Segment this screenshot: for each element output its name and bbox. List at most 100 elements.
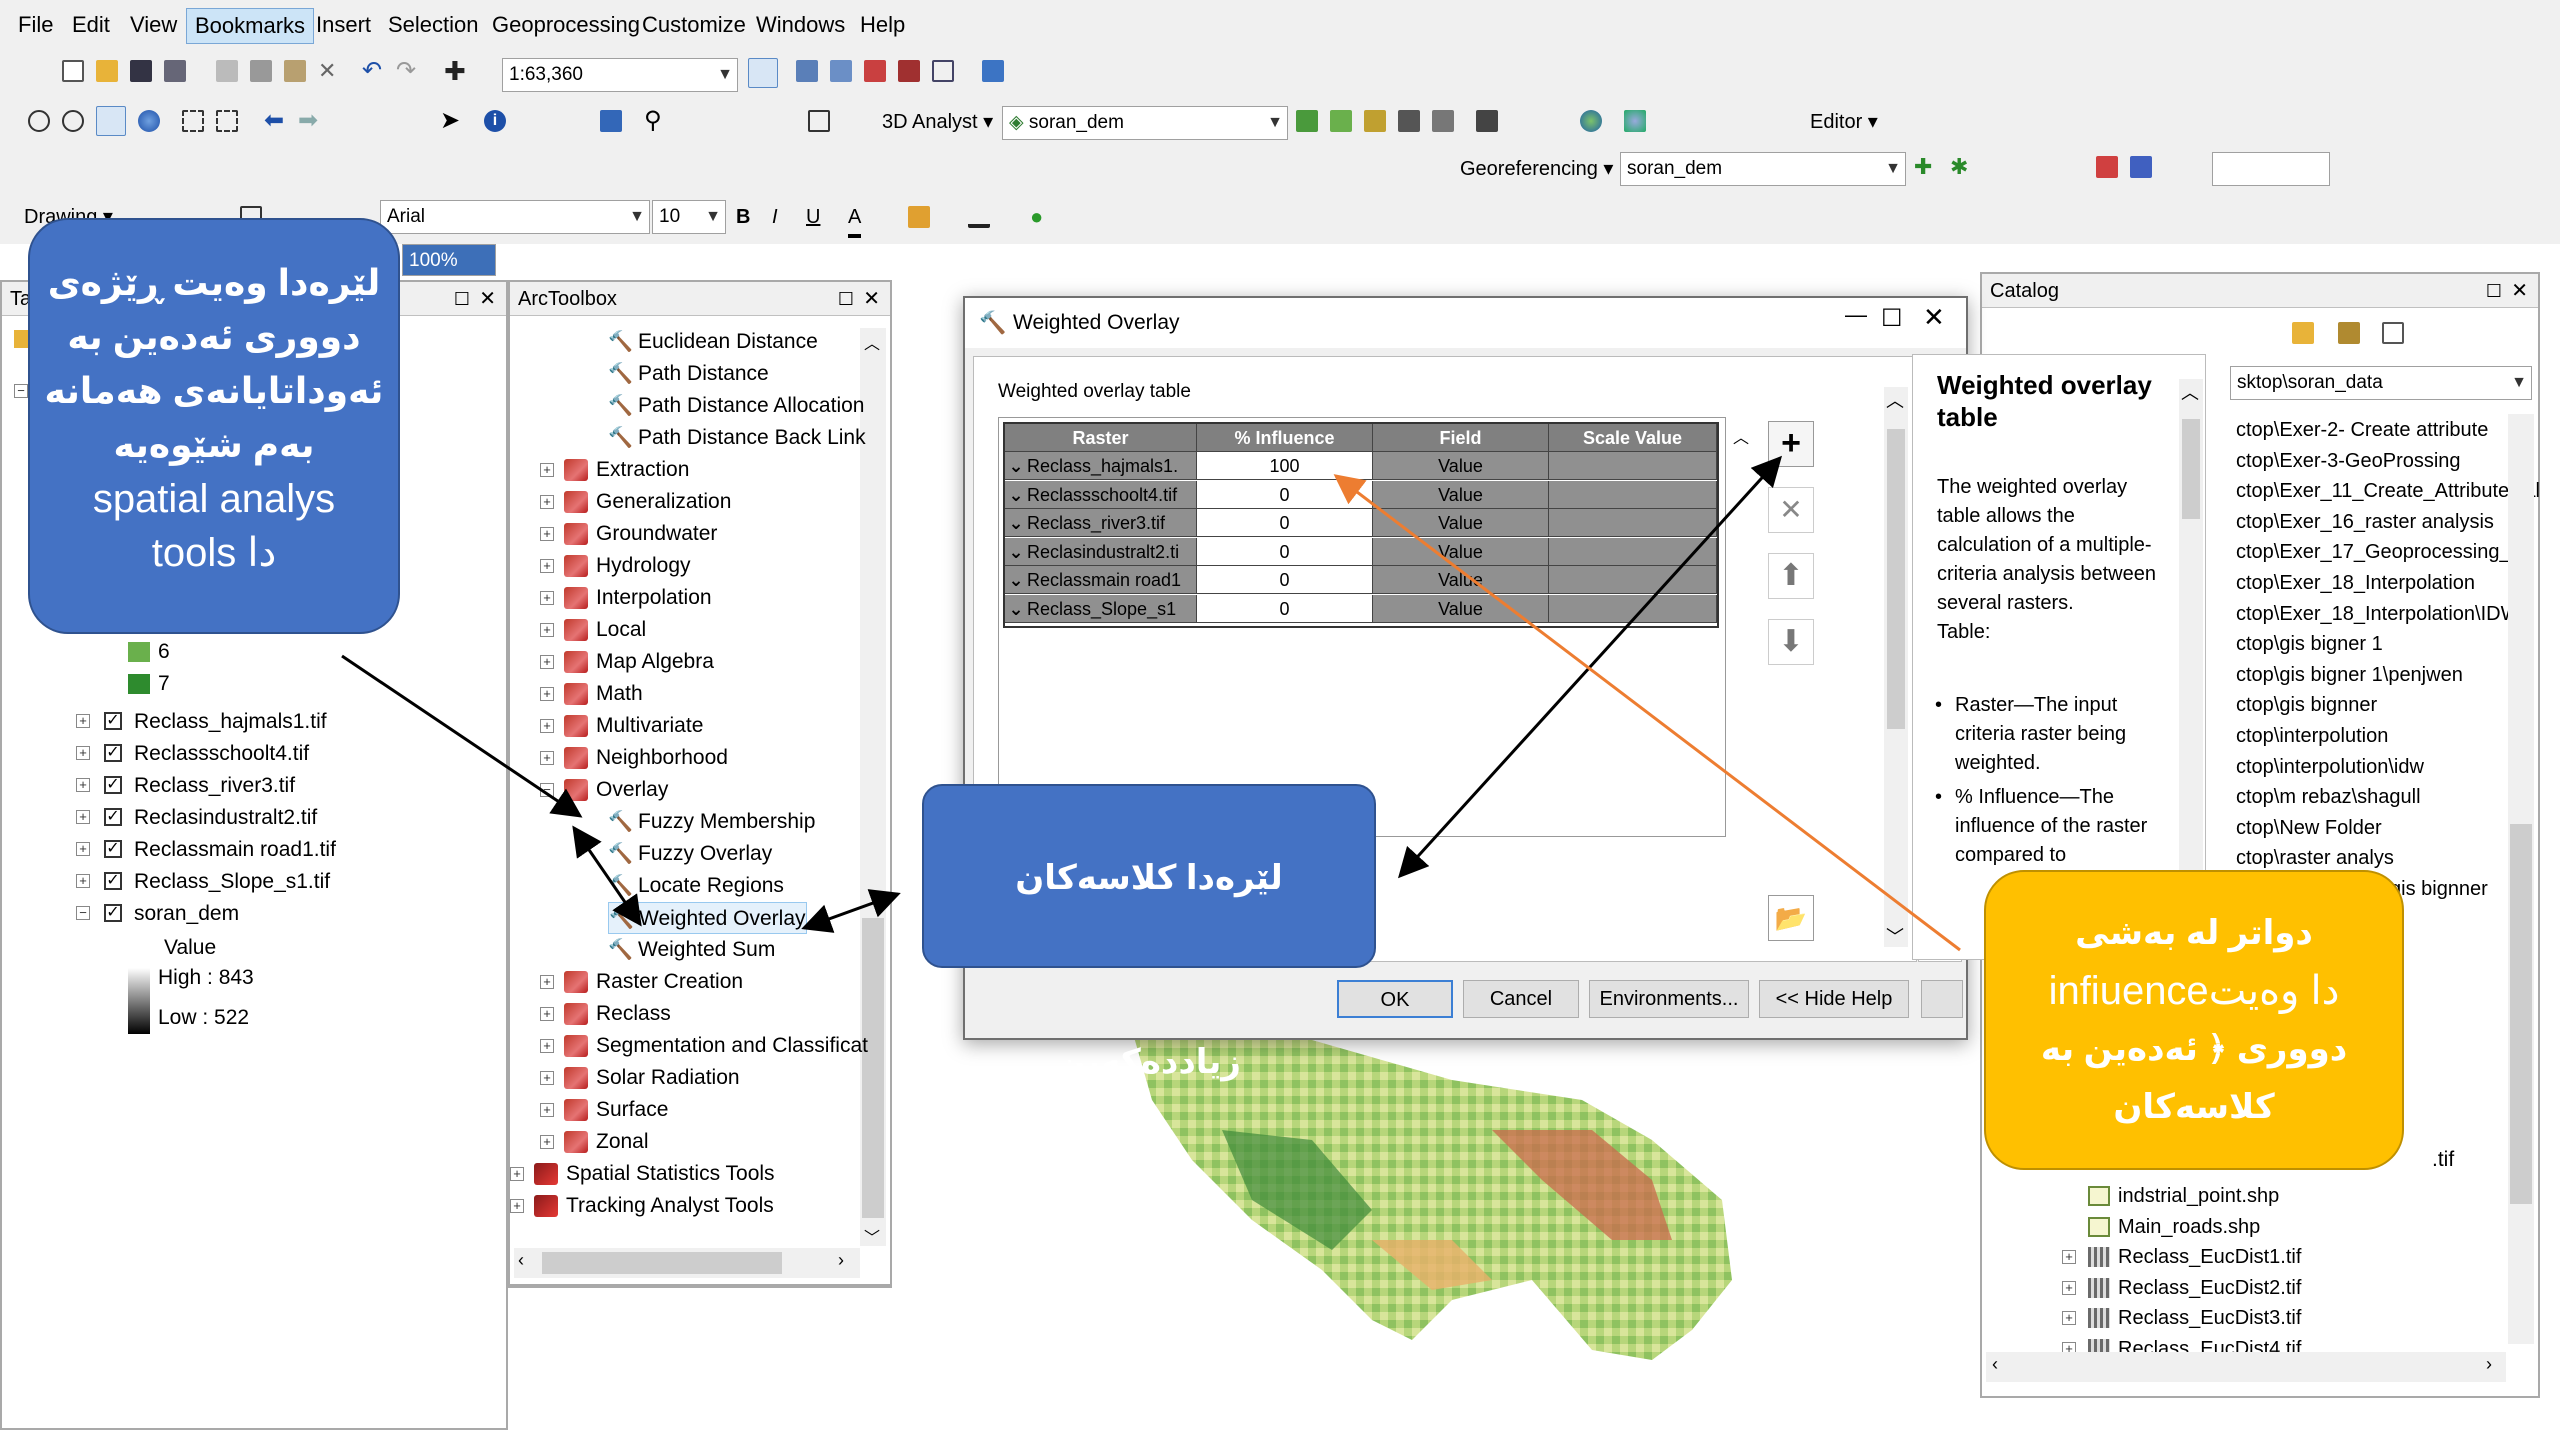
expand-icon[interactable]: +: [2062, 1280, 2076, 1295]
layer-visibility-checkbox[interactable]: ✓: [104, 744, 122, 762]
search-window-icon[interactable]: [864, 60, 886, 82]
layer-name[interactable]: Reclassmain road1.tif: [134, 834, 336, 866]
restore-icon[interactable]: ☐: [838, 282, 854, 316]
measure-icon[interactable]: [600, 110, 622, 132]
georeferencing-dropdown[interactable]: Georeferencing ▾: [1460, 152, 1613, 186]
find-binoculars-icon[interactable]: ⚲: [644, 109, 666, 133]
add-data-icon[interactable]: ✚: [444, 58, 466, 84]
expand-icon[interactable]: +: [540, 655, 554, 669]
scale-value-cell[interactable]: [1549, 594, 1717, 623]
toolset-item[interactable]: + Interpolation: [540, 582, 712, 614]
catalog-folder-item[interactable]: ctop\gis bignner: [2236, 689, 2377, 721]
column-header-scale-value[interactable]: Scale Value: [1549, 424, 1717, 452]
layout-view-icon[interactable]: [808, 110, 830, 132]
cut-icon[interactable]: [216, 60, 238, 82]
scrollbar-thumb[interactable]: [2510, 824, 2532, 1204]
table-of-contents-icon[interactable]: [796, 60, 818, 82]
menu-file[interactable]: File: [10, 8, 61, 42]
toolset-item[interactable]: + Reclass: [540, 998, 671, 1030]
scale-value-cell[interactable]: [1549, 566, 1717, 594]
field-cell[interactable]: Value: [1373, 537, 1549, 566]
new-folder-icon[interactable]: [2292, 322, 2314, 344]
catalog-folder-item[interactable]: ctop\New Folder: [2236, 812, 2382, 844]
influence-cell[interactable]: 0: [1197, 537, 1373, 566]
horizontal-scrollbar[interactable]: ‹ ›: [1986, 1352, 2506, 1382]
catalog-folder-item[interactable]: ctop\m rebaz\shagull: [2236, 781, 2421, 813]
link-table-icon[interactable]: ✱: [1950, 156, 1972, 178]
python-window-icon[interactable]: [932, 60, 954, 82]
field-cell[interactable]: Value: [1373, 509, 1549, 537]
influence-cell[interactable]: 0: [1197, 594, 1373, 623]
line-of-sight-icon[interactable]: [1364, 110, 1386, 132]
menu-insert[interactable]: Insert: [308, 8, 379, 42]
scale-value-cell[interactable]: [1549, 509, 1717, 537]
close-icon[interactable]: ✕: [479, 282, 496, 316]
toolset-item[interactable]: + Local: [540, 614, 646, 646]
zoom-out-icon[interactable]: [62, 110, 84, 132]
expand-icon[interactable]: +: [540, 719, 554, 733]
toolbox-item[interactable]: + Spatial Statistics Tools: [510, 1158, 775, 1190]
delete-icon[interactable]: ✕: [318, 60, 340, 82]
toolset-item[interactable]: + Surface: [540, 1094, 668, 1126]
expand-icon[interactable]: +: [540, 623, 554, 637]
layer-visibility-checkbox[interactable]: ✓: [104, 776, 122, 794]
zoom-in-icon[interactable]: [28, 110, 50, 132]
influence-cell[interactable]: 100: [1197, 452, 1373, 480]
catalog-folder-item[interactable]: ctop\interpolution: [2236, 720, 2388, 752]
toolset-item[interactable]: + Multivariate: [540, 710, 703, 742]
marker-color-icon[interactable]: ●: [1030, 206, 1052, 228]
layer-name[interactable]: soran_dem: [134, 898, 239, 930]
expand-icon[interactable]: +: [540, 1071, 554, 1085]
catalog-folder-item[interactable]: ctop\gis bigner 1: [2236, 628, 2383, 660]
new-document-icon[interactable]: [62, 60, 84, 82]
underline-button[interactable]: U: [806, 200, 820, 234]
arcscene-icon[interactable]: [1580, 110, 1602, 132]
menu-edit[interactable]: Edit: [64, 8, 118, 42]
arcglobe-icon[interactable]: [1624, 110, 1646, 132]
menu-windows[interactable]: Windows: [748, 8, 853, 42]
double-chevron-down-icon[interactable]: ⌄: [1005, 538, 1027, 565]
steepest-path-icon[interactable]: [1330, 110, 1352, 132]
scroll-right-icon[interactable]: ›: [838, 1250, 844, 1271]
expand-icon[interactable]: +: [540, 751, 554, 765]
scroll-up-icon[interactable]: ︿: [1733, 424, 1749, 448]
fixed-zoom-out-icon[interactable]: [216, 110, 238, 132]
influence-cell[interactable]: 0: [1197, 480, 1373, 509]
raster-cell[interactable]: ⌄ Reclass_hajmals1.: [1005, 452, 1197, 480]
layer-name[interactable]: Reclass_hajmals1.tif: [134, 706, 327, 738]
expand-icon[interactable]: +: [540, 463, 554, 477]
restore-icon[interactable]: ☐: [454, 282, 470, 316]
expand-icon[interactable]: +: [76, 746, 90, 760]
catalog-location-combo[interactable]: sktop\soran_data ▼: [2230, 366, 2532, 400]
toolset-item[interactable]: + Map Algebra: [540, 646, 714, 678]
scale-value-cell[interactable]: [1549, 480, 1717, 509]
interpolate-line-icon[interactable]: [1432, 110, 1454, 132]
help-scrollbar[interactable]: ︿: [2179, 379, 2203, 939]
toolset-item[interactable]: + Extraction: [540, 454, 689, 486]
scale-value-cell[interactable]: [1549, 537, 1717, 566]
map-scale-combo[interactable]: 1:63,360 ▼: [502, 58, 738, 92]
tool-item[interactable]: 🔨 Fuzzy Overlay: [608, 838, 772, 870]
column-header-field[interactable]: Field: [1373, 424, 1549, 452]
expand-icon[interactable]: +: [2062, 1311, 2076, 1326]
catalog-folder-item[interactable]: ctop\Exer_11_Create_Attribute Tal: [2236, 475, 2540, 507]
print-icon[interactable]: [164, 60, 186, 82]
paste-icon[interactable]: [284, 60, 306, 82]
scrollbar-thumb[interactable]: [2182, 419, 2200, 519]
close-icon[interactable]: ✕: [1923, 302, 1945, 333]
raster-cell[interactable]: ⌄ Reclasindustralt2.ti: [1005, 537, 1197, 566]
full-extent-icon[interactable]: [138, 110, 160, 132]
expand-icon[interactable]: +: [76, 810, 90, 824]
tool-item[interactable]: 🔨 Path Distance: [608, 358, 769, 390]
menu-selection[interactable]: Selection: [380, 8, 487, 42]
scroll-down-icon[interactable]: ﹀: [864, 1224, 880, 1248]
toolset-item[interactable]: + Raster Creation: [540, 966, 743, 998]
font-color-button[interactable]: A: [848, 200, 862, 238]
toolset-item[interactable]: + Segmentation and Classificat: [540, 1030, 868, 1062]
catalog-folder-item[interactable]: ctop\Exer_18_Interpolation: [2236, 567, 2475, 599]
raster-cell[interactable]: ⌄ Reclass_Slope_s1: [1005, 594, 1197, 623]
identify-icon[interactable]: i: [484, 110, 506, 132]
maximize-icon[interactable]: ☐: [1881, 304, 1903, 333]
expand-icon[interactable]: +: [76, 778, 90, 792]
interpolate-point-icon[interactable]: [1398, 110, 1420, 132]
